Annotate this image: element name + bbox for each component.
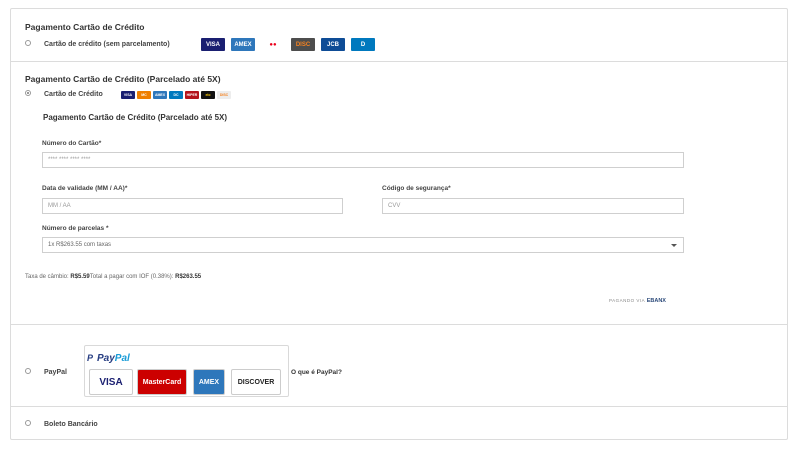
paypal-logo-box: P PayPal VISA MasterCard AMEX DISCOVER (84, 345, 289, 397)
what-is-paypal-link[interactable]: O que é PayPal? (291, 369, 342, 376)
option-label-cc-installment[interactable]: Cartão de Crédito (44, 91, 103, 98)
amex-icon: AMEX (193, 369, 225, 395)
jcb-icon: JCB (321, 38, 345, 51)
section-cc-installment: Pagamento Cartão de Crédito (Parcelado a… (11, 62, 787, 325)
card-number-label: Número do Cartão* (42, 140, 102, 147)
discover-icon: DISC (291, 38, 315, 51)
ebanx-logo: EBANX (646, 298, 666, 304)
chevron-down-icon[interactable] (671, 243, 677, 247)
radio-cc-simple[interactable] (25, 40, 31, 46)
option-label-paypal[interactable]: PayPal (44, 369, 67, 376)
exchange-rate-label: Taxa de câmbio: (25, 274, 69, 280)
radio-boleto[interactable] (25, 420, 31, 426)
amex-icon: AMEX (231, 38, 255, 51)
cvv-input[interactable]: CVV (382, 198, 684, 214)
form-title: Pagamento Cartão de Crédito (Parcelado a… (43, 113, 228, 122)
amex-icon: AMEX (153, 91, 167, 99)
section-paypal: PayPal P PayPal VISA MasterCard AMEX DISCOV… (11, 325, 787, 407)
hipercard-icon: HIPER (185, 91, 199, 99)
diners-icon: D (351, 38, 375, 51)
paypal-logo: PayPal (97, 353, 130, 364)
discover-icon: DISC (217, 91, 231, 99)
visa-icon: VISA (121, 91, 135, 99)
paypal-logo-pay: Pay (97, 353, 115, 364)
mastercard-icon: MasterCard (137, 369, 187, 395)
total-label: Total a pagar com IOF (0.38%): (89, 274, 174, 280)
card-number-input[interactable]: **** **** **** **** (42, 152, 684, 168)
diners-icon: DC (169, 91, 183, 99)
total-value: R$263.55 (175, 274, 202, 280)
exchange-rate-value: R$5.59 (70, 274, 90, 280)
section-boleto: Boleto Bancário (11, 407, 787, 440)
payment-methods-panel: Pagamento Cartão de Crédito Cartão de cr… (10, 8, 788, 440)
mastercard-icon: MC (137, 91, 151, 99)
option-label-boleto[interactable]: Boleto Bancário (44, 421, 98, 428)
visa-icon: VISA (201, 38, 225, 51)
radio-cc-installment[interactable] (25, 90, 31, 96)
paying-via: PAGANDO VIA EBANX (609, 298, 666, 304)
mastercard-icon: ●● (261, 38, 285, 51)
installments-label: Número de parcelas * (42, 225, 109, 232)
expiry-input[interactable]: MM / AA (42, 198, 343, 214)
section-cc-simple: Pagamento Cartão de Crédito Cartão de cr… (11, 9, 787, 62)
installments-value: 1x R$263.55 com taxas (48, 242, 112, 248)
option-label-cc-simple[interactable]: Cartão de crédito (sem parcelamento) (44, 41, 170, 48)
installments-select[interactable]: 1x R$263.55 com taxas (42, 237, 684, 253)
section-title: Pagamento Cartão de Crédito (Parcelado a… (25, 74, 221, 84)
radio-paypal[interactable] (25, 368, 31, 374)
elo-icon: elo (201, 91, 215, 99)
visa-icon: VISA (89, 369, 133, 395)
paypal-p-icon: P (87, 353, 94, 363)
exchange-info: Taxa de câmbio: R$5.59Total a pagar com … (25, 274, 201, 280)
paypal-logo-pal: Pal (114, 353, 130, 364)
paying-via-label: PAGANDO VIA (609, 298, 645, 303)
discover-icon: DISCOVER (231, 369, 281, 395)
cvv-label: Código de segurança* (382, 185, 451, 192)
expiry-label: Data de validade (MM / AA)* (42, 185, 128, 192)
section-title: Pagamento Cartão de Crédito (25, 22, 145, 32)
